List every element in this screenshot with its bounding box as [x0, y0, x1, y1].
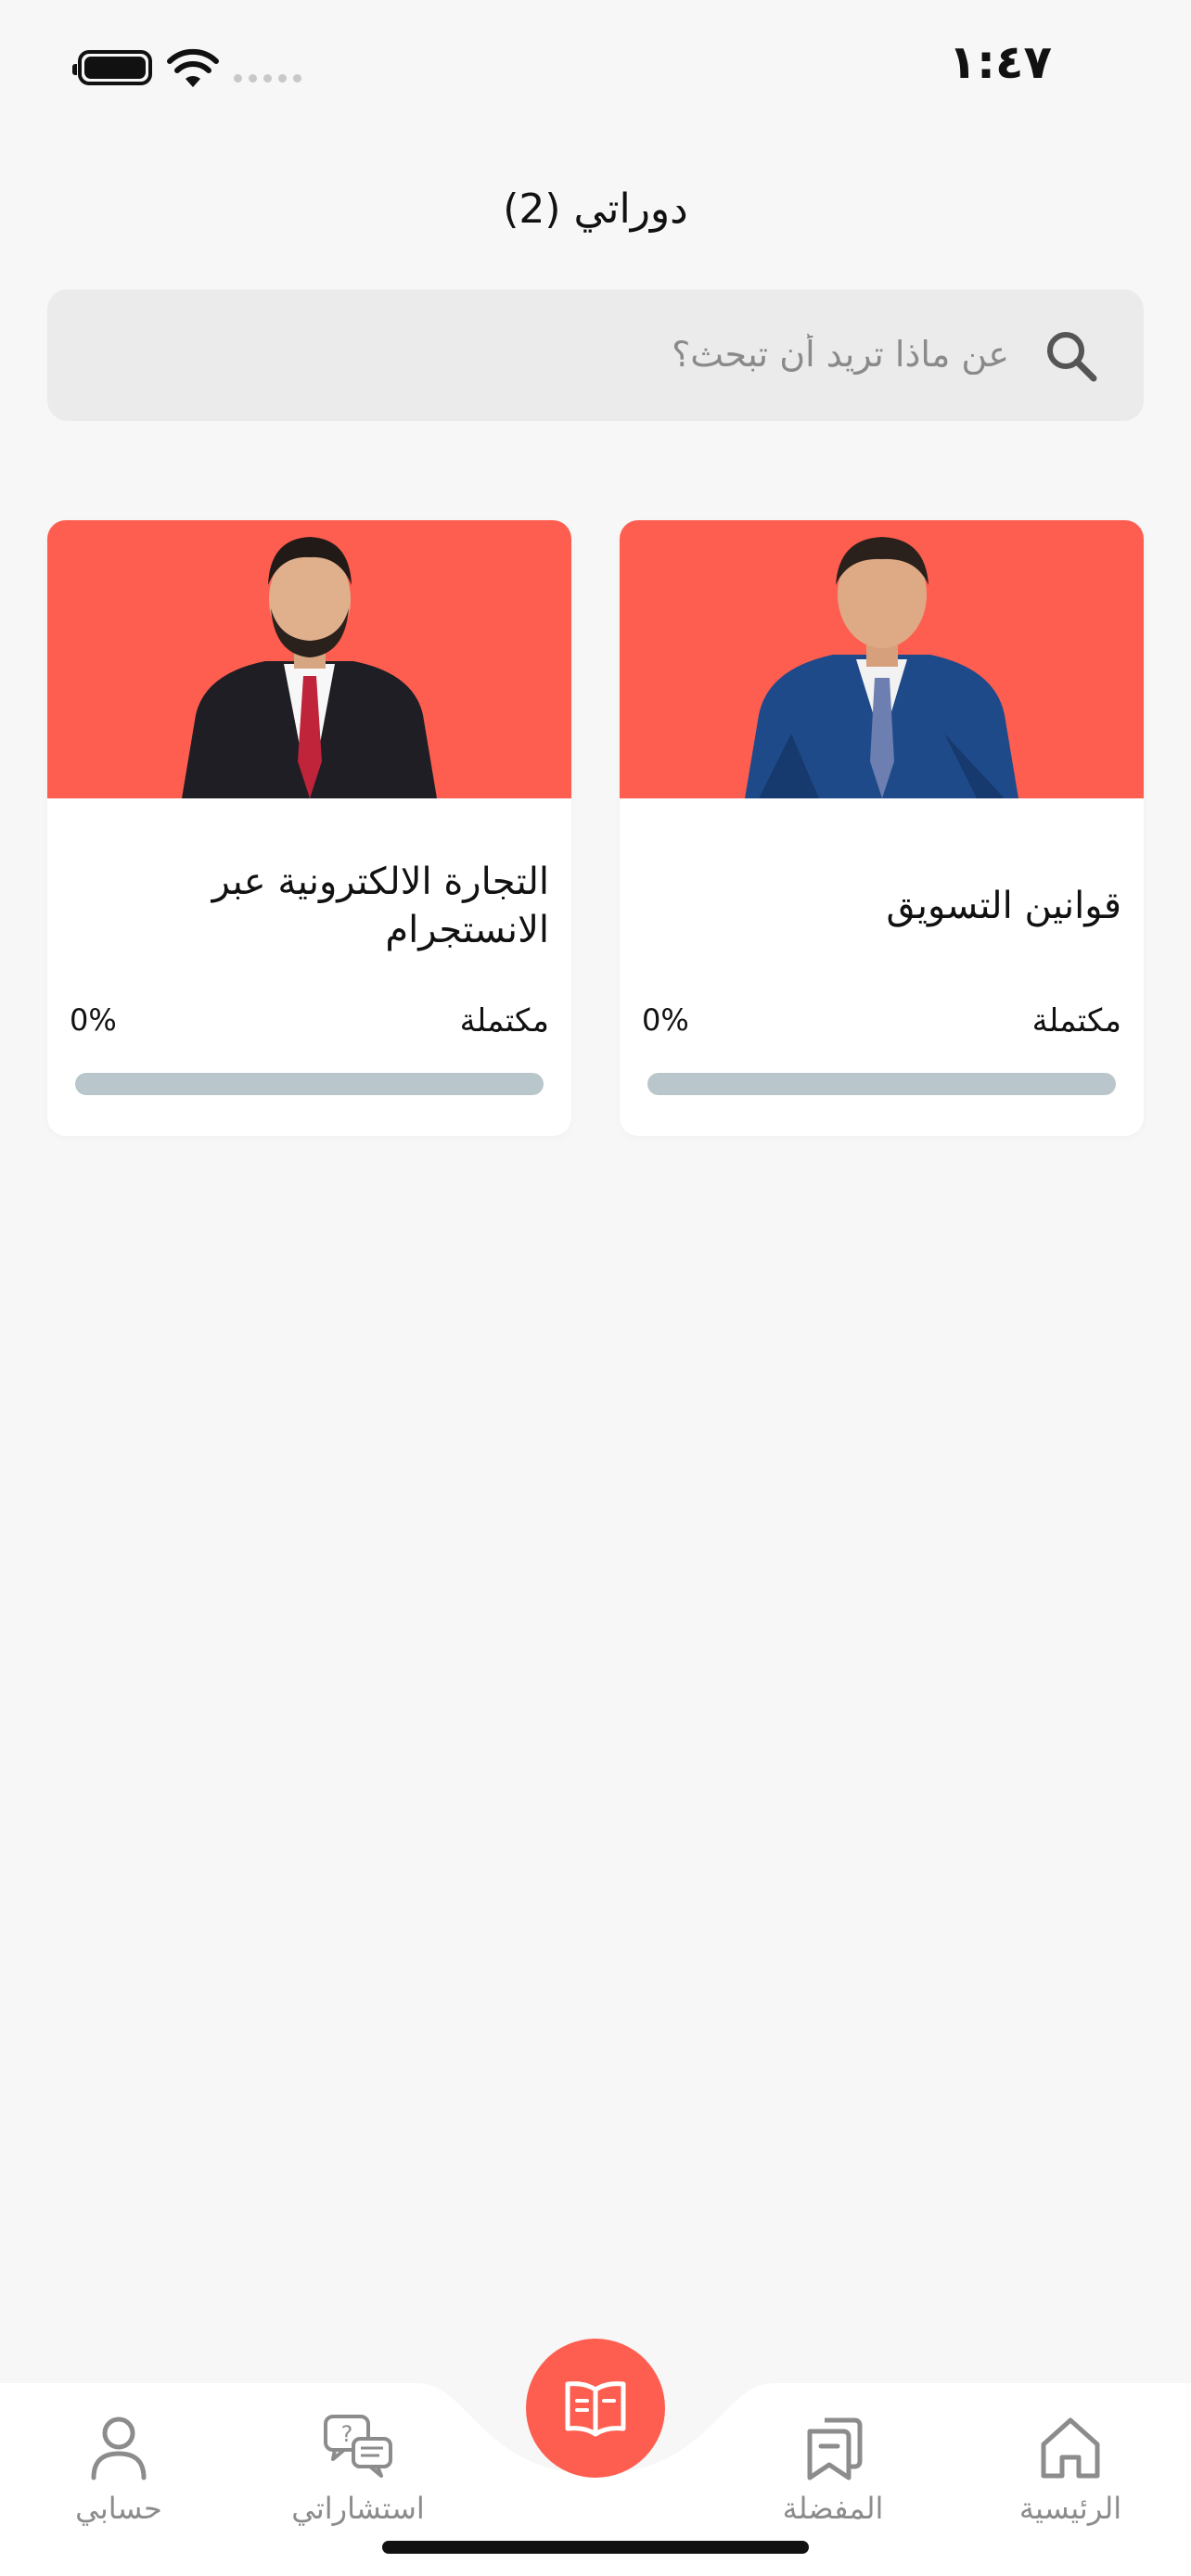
status-bar: ١:٤٧ [0, 0, 1191, 139]
instructor-photo [182, 537, 437, 798]
svg-text:?: ? [341, 2421, 353, 2447]
battery-icon [72, 50, 152, 85]
open-book-icon [565, 2381, 626, 2437]
my-courses-screen: ١:٤٧ دوراتي (2) قوانين التسويق مكتملة [0, 0, 1191, 2576]
nav-item-label: المفضلة [782, 2491, 884, 2526]
page-title: دوراتي (2) [503, 185, 688, 233]
bookmarks-icon [807, 2417, 863, 2480]
progress-label: مكتملة [1031, 1002, 1121, 1039]
cellular-signal-icon [234, 74, 301, 83]
search-icon[interactable] [1042, 326, 1101, 386]
course-card[interactable]: قوانين التسويق مكتملة 0% [620, 520, 1144, 1136]
instructor-photo [745, 537, 1018, 798]
home-icon [1041, 2417, 1100, 2479]
progress-percent: 0% [70, 1002, 117, 1038]
progress-bar [75, 1073, 544, 1095]
search-input[interactable] [267, 326, 1009, 382]
progress-label: مكتملة [459, 1002, 549, 1039]
course-title: قوانين التسويق [886, 885, 1121, 927]
course-thumbnail [47, 520, 571, 798]
nav-item-label: حسابي [75, 2491, 162, 2526]
user-icon [91, 2417, 147, 2480]
course-title: التجارة الالكترونية عبر الانستجرام [211, 861, 549, 951]
status-time: ١:٤٧ [948, 35, 1052, 89]
course-thumbnail [620, 520, 1144, 798]
nav-item-favorites[interactable]: المفضلة [731, 2398, 935, 2546]
home-indicator [382, 2541, 809, 2554]
chat-question-icon: ? [324, 2415, 392, 2478]
course-card[interactable]: التجارة الالكترونية عبر الانستجرام مكتمل… [47, 520, 571, 1136]
nav-item-account[interactable]: حسابي [17, 2398, 221, 2546]
progress-percent: 0% [642, 1002, 689, 1038]
search-bar[interactable] [47, 289, 1144, 421]
nav-item-home[interactable]: الرئيسية [968, 2398, 1172, 2546]
my-courses-nav-button[interactable] [526, 2339, 665, 2478]
nav-item-label: الرئيسية [1018, 2491, 1122, 2526]
nav-item-consultations[interactable]: ? استشاراتي [256, 2398, 460, 2546]
wifi-icon [167, 48, 219, 87]
progress-bar [647, 1073, 1116, 1095]
nav-item-label: استشاراتي [291, 2491, 425, 2526]
